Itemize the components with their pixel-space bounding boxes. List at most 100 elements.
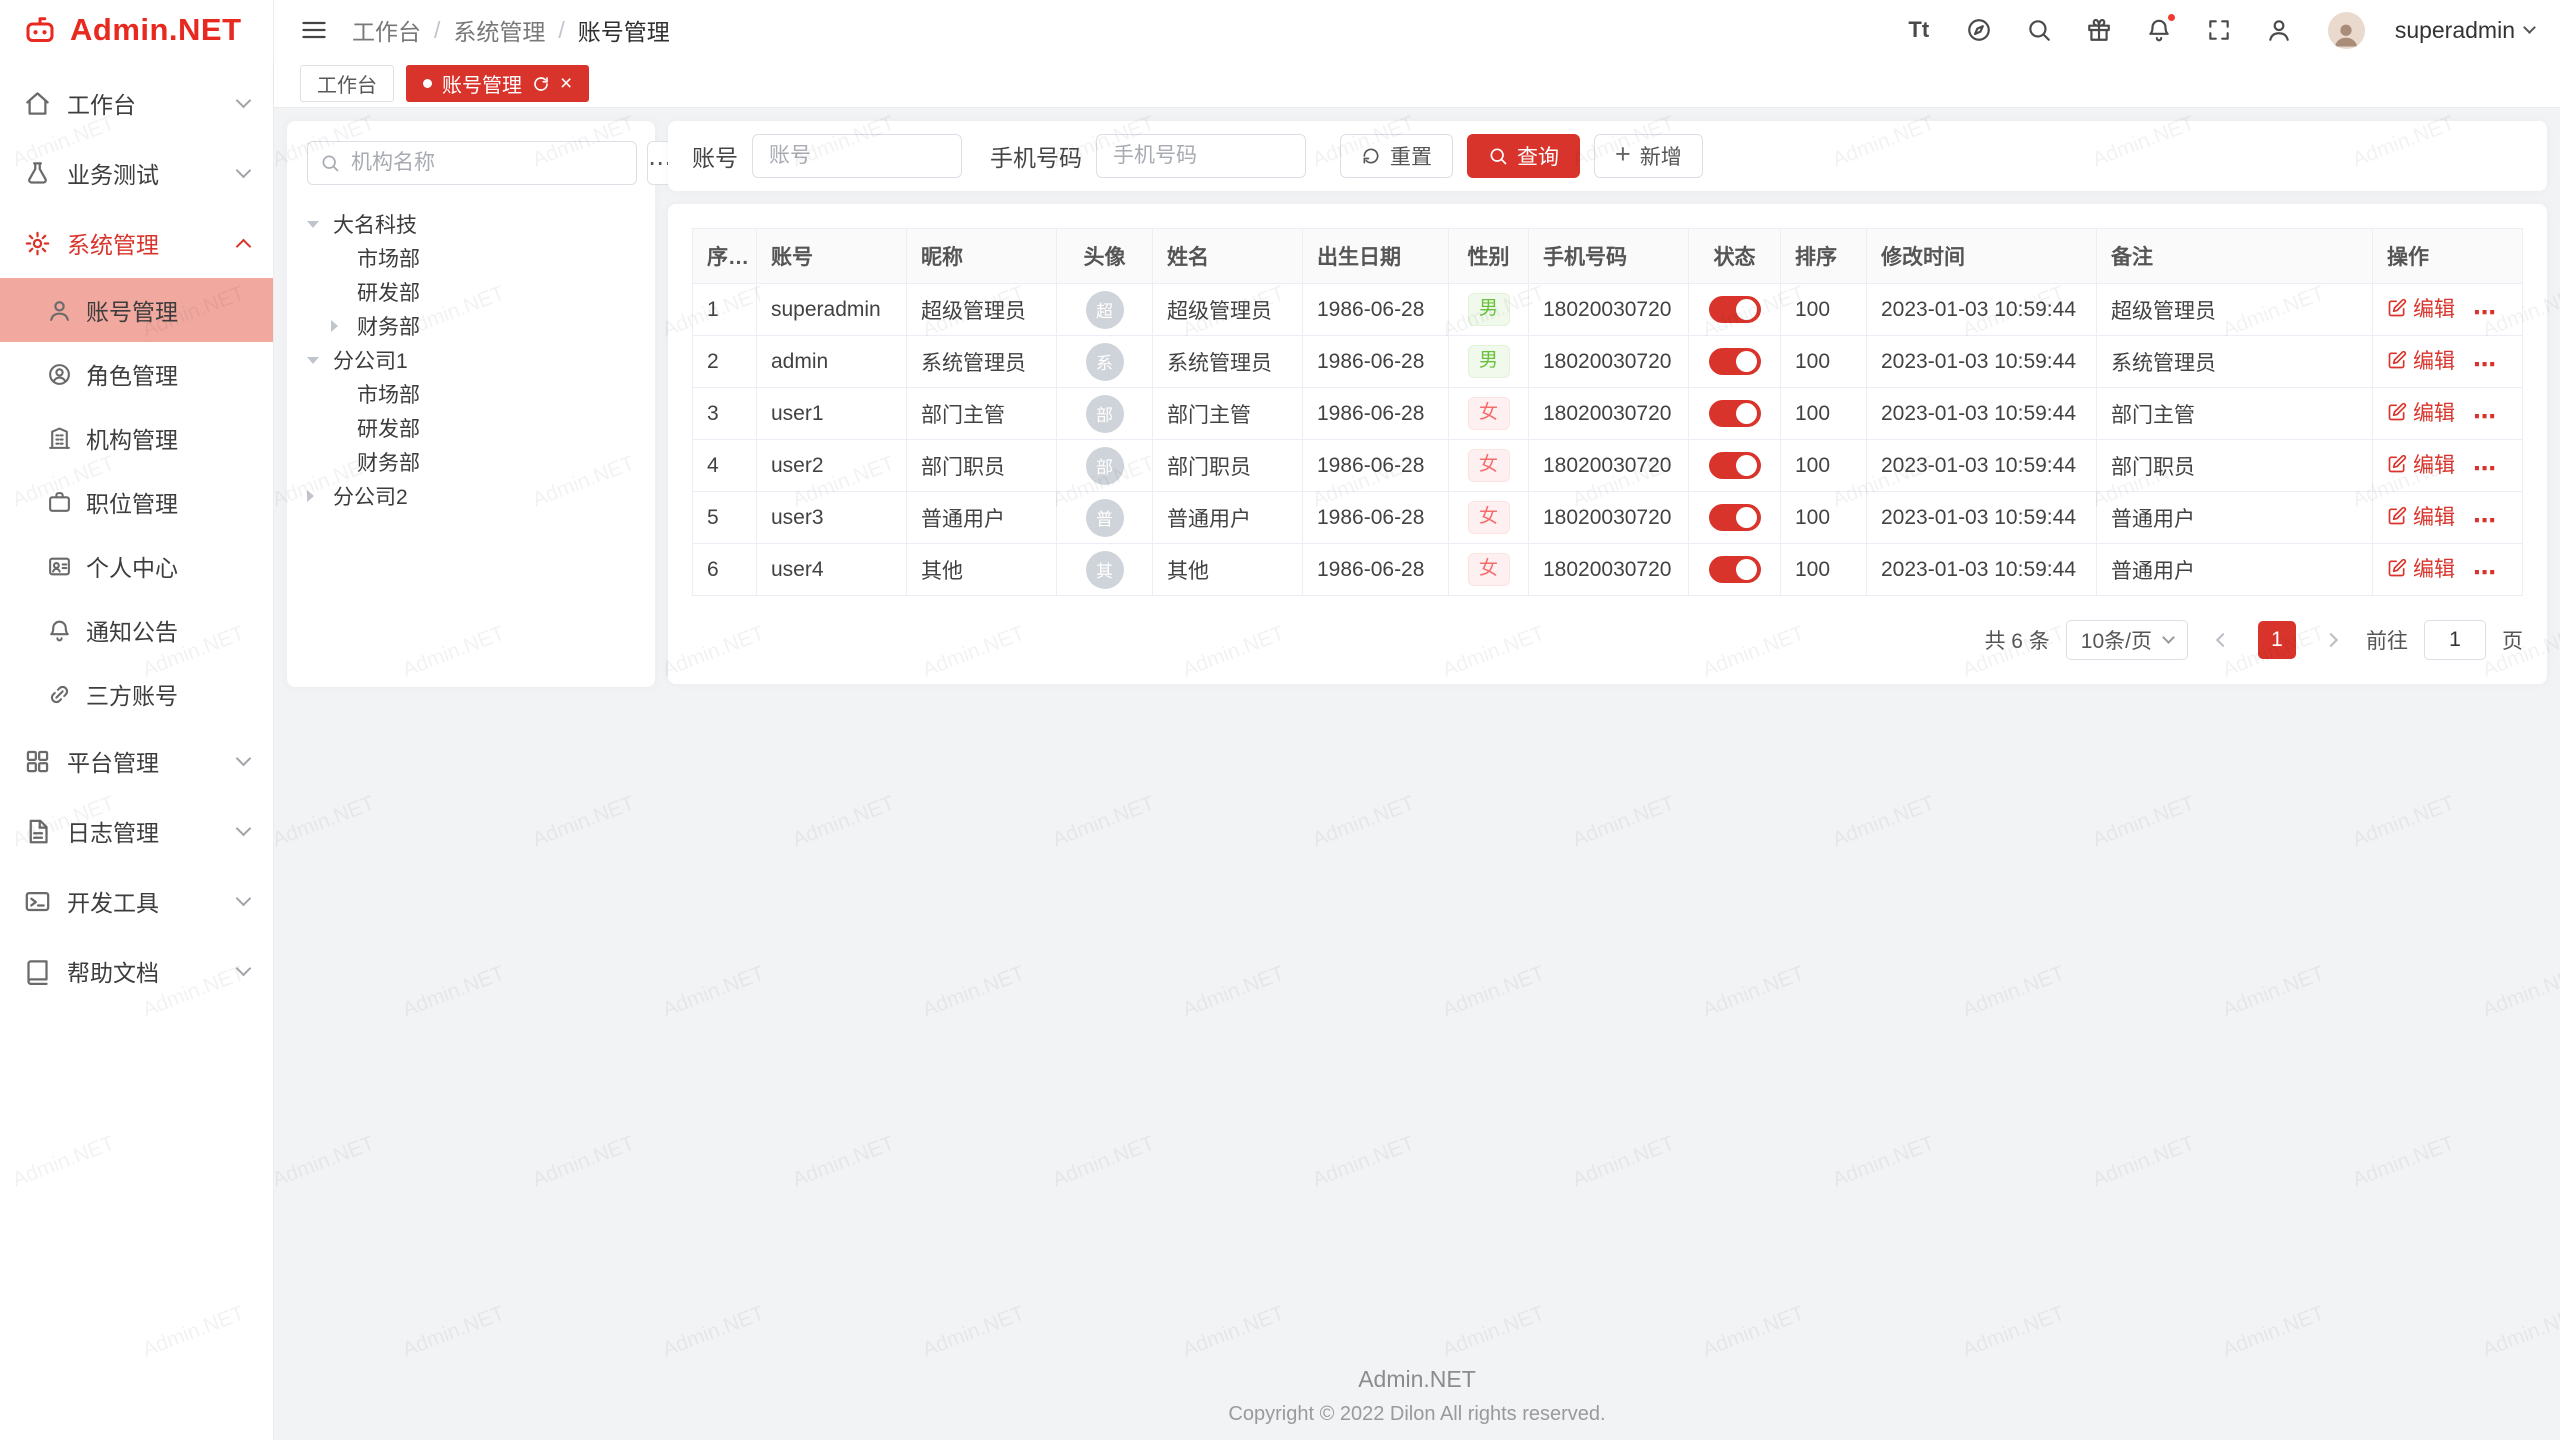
tree-node[interactable]: 大名科技 xyxy=(307,207,635,241)
avatar: 其 xyxy=(1086,551,1124,589)
reset-button[interactable]: 重置 xyxy=(1340,134,1453,178)
font-size-icon[interactable]: Tt xyxy=(1904,15,1934,45)
status-toggle[interactable] xyxy=(1709,348,1761,375)
caret-down-icon[interactable] xyxy=(307,221,333,228)
search-icon[interactable] xyxy=(2024,15,2054,45)
sidebar-item-system[interactable]: 系统管理 xyxy=(0,208,273,278)
notification-badge xyxy=(2166,12,2177,23)
org-search-input[interactable] xyxy=(349,150,624,176)
row-more-button[interactable]: ⋯ xyxy=(2473,299,2496,325)
col-gender: 性别 xyxy=(1449,229,1529,284)
tree-node[interactable]: 市场部 xyxy=(307,377,635,411)
search-icon xyxy=(320,153,340,173)
edit-button[interactable]: 编辑 xyxy=(2387,449,2455,479)
row-more-button[interactable]: ⋯ xyxy=(2473,559,2496,585)
sidebar-item-devtools[interactable]: 开发工具 xyxy=(0,866,273,936)
avatar: 部 xyxy=(1086,447,1124,485)
discover-icon[interactable] xyxy=(1964,15,1994,45)
sidebar-subitem-account[interactable]: 账号管理 xyxy=(0,278,273,342)
tree-node-label: 研发部 xyxy=(357,277,420,307)
fullscreen-icon[interactable] xyxy=(2204,15,2234,45)
sidebar-item-business-test[interactable]: 业务测试 xyxy=(0,138,273,208)
edit-button[interactable]: 编辑 xyxy=(2387,293,2455,323)
tree-node[interactable]: 财务部 xyxy=(307,309,635,343)
avatar[interactable] xyxy=(2328,12,2365,49)
edit-button[interactable]: 编辑 xyxy=(2387,345,2455,375)
page-size-select[interactable]: 10条/页 xyxy=(2066,620,2188,660)
status-toggle[interactable] xyxy=(1709,504,1761,531)
grid-icon xyxy=(24,748,51,775)
tree-node-label: 市场部 xyxy=(357,379,420,409)
status-toggle[interactable] xyxy=(1709,296,1761,323)
app-logo[interactable]: Admin.NET xyxy=(0,0,273,60)
next-page-button[interactable] xyxy=(2312,621,2350,659)
tree-node[interactable]: 分公司1 xyxy=(307,343,635,377)
hamburger-menu-icon[interactable] xyxy=(300,16,328,44)
user-menu[interactable]: superadmin xyxy=(2395,17,2534,44)
accounts-table: 序号 账号 昵称 头像 姓名 出生日期 性别 手机号码 状态 排序 修改时间 xyxy=(692,228,2523,596)
phone-input[interactable] xyxy=(1096,134,1306,178)
tree-node[interactable]: 研发部 xyxy=(307,411,635,445)
sidebar-subitem-notice[interactable]: 通知公告 xyxy=(0,598,273,662)
header-actions: Tt xyxy=(1904,12,2534,49)
bell-icon[interactable] xyxy=(2144,15,2174,45)
page-number-active[interactable]: 1 xyxy=(2258,621,2296,659)
goto-page-input[interactable] xyxy=(2424,620,2486,660)
sidebar-subitem-third-party[interactable]: 三方账号 xyxy=(0,662,273,726)
tree-node[interactable]: 市场部 xyxy=(307,241,635,275)
col-birthday: 出生日期 xyxy=(1303,229,1449,284)
cell-actions: 编辑 ⋯ xyxy=(2373,388,2523,440)
breadcrumb-item[interactable]: 系统管理 xyxy=(453,13,545,47)
row-more-button[interactable]: ⋯ xyxy=(2473,403,2496,429)
edit-icon xyxy=(2387,558,2407,578)
cell-nickname: 超级管理员 xyxy=(907,284,1057,336)
caret-right-icon[interactable] xyxy=(307,490,333,502)
add-button[interactable]: + 新增 xyxy=(1594,134,1703,178)
edit-button[interactable]: 编辑 xyxy=(2387,397,2455,427)
sidebar-item-help[interactable]: 帮助文档 xyxy=(0,936,273,1006)
row-more-button[interactable]: ⋯ xyxy=(2473,507,2496,533)
user-icon[interactable] xyxy=(2264,15,2294,45)
close-icon[interactable]: × xyxy=(560,73,572,94)
edit-button[interactable]: 编辑 xyxy=(2387,501,2455,531)
right-column: 账号 手机号码 重置 查询 + 新增 xyxy=(668,121,2547,1427)
breadcrumb: 工作台 / 系统管理 / 账号管理 xyxy=(352,13,670,47)
breadcrumb-item[interactable]: 工作台 xyxy=(352,13,421,47)
sidebar-subitem-organization[interactable]: 机构管理 xyxy=(0,406,273,470)
tab-account-active[interactable]: 账号管理 × xyxy=(406,65,589,102)
page-footer: Admin.NET Copyright © 2022 Dilon All rig… xyxy=(274,1366,2560,1426)
refresh-icon[interactable] xyxy=(532,75,550,93)
edit-button[interactable]: 编辑 xyxy=(2387,553,2455,583)
caret-down-icon[interactable] xyxy=(307,357,333,364)
col-avatar: 头像 xyxy=(1057,229,1153,284)
account-input[interactable] xyxy=(752,134,962,178)
footer-copyright: Copyright © 2022 Dilon All rights reserv… xyxy=(274,1403,2560,1426)
tab-workbench[interactable]: 工作台 xyxy=(300,65,394,102)
tree-node[interactable]: 财务部 xyxy=(307,445,635,479)
sidebar-item-platform[interactable]: 平台管理 xyxy=(0,726,273,796)
query-form: 账号 手机号码 重置 查询 + 新增 xyxy=(668,121,2547,191)
sidebar-subitem-position[interactable]: 职位管理 xyxy=(0,470,273,534)
sidebar-subitem-role[interactable]: 角色管理 xyxy=(0,342,273,406)
row-more-button[interactable]: ⋯ xyxy=(2473,455,2496,481)
sidebar-subitem-profile[interactable]: 个人中心 xyxy=(0,534,273,598)
status-toggle[interactable] xyxy=(1709,556,1761,583)
prev-page-button[interactable] xyxy=(2204,621,2242,659)
status-toggle[interactable] xyxy=(1709,452,1761,479)
status-toggle[interactable] xyxy=(1709,400,1761,427)
caret-right-icon[interactable] xyxy=(331,320,357,332)
cell-index: 3 xyxy=(693,388,757,440)
sidebar-item-workbench[interactable]: 工作台 xyxy=(0,68,273,138)
cell-status xyxy=(1689,388,1781,440)
search-button[interactable]: 查询 xyxy=(1467,134,1580,178)
sidebar-item-logs[interactable]: 日志管理 xyxy=(0,796,273,866)
cell-name: 超级管理员 xyxy=(1153,284,1303,336)
gift-icon[interactable] xyxy=(2084,15,2114,45)
id-card-icon xyxy=(47,554,72,579)
reset-label: 重置 xyxy=(1390,141,1432,171)
tree-node[interactable]: 研发部 xyxy=(307,275,635,309)
gear-icon xyxy=(24,230,51,257)
tree-node[interactable]: 分公司2 xyxy=(307,479,635,513)
avatar: 超 xyxy=(1086,291,1124,329)
row-more-button[interactable]: ⋯ xyxy=(2473,351,2496,377)
